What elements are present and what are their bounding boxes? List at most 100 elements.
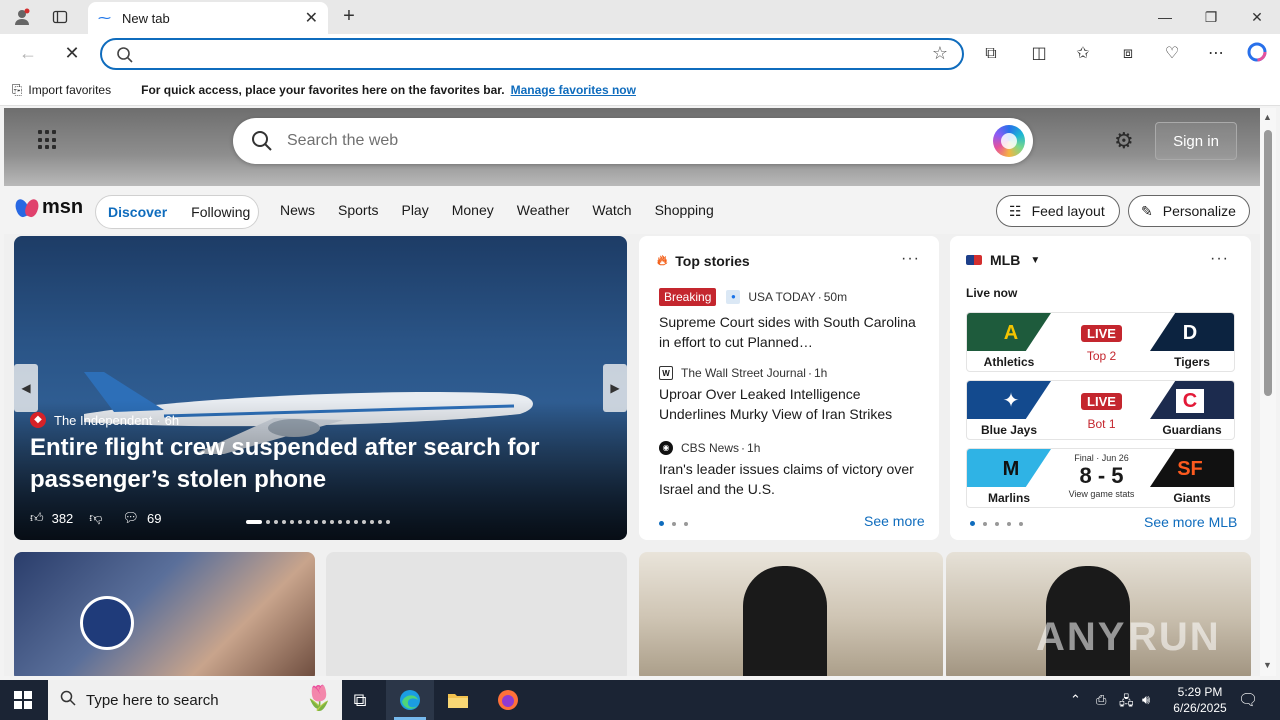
msn-butterfly-icon [13,196,41,219]
live-badge: LIVE [1081,393,1122,410]
loading-icon: ⁓ [98,10,111,25]
tab-following[interactable]: Following [191,204,250,220]
close-tab-icon[interactable]: ✕ [305,8,318,28]
favorite-star-icon[interactable]: ☆ [932,43,948,64]
scroll-down-icon[interactable]: ▼ [1263,660,1272,670]
svg-text:ANY: ANY [1036,615,1126,659]
see-more-link[interactable]: See more [864,513,925,529]
import-favorites-button[interactable]: ⎘ Import favorites [12,82,111,98]
story-age: 1h [747,441,761,455]
nav-sports[interactable]: Sports [338,202,378,218]
story-item[interactable]: W The Wall Street Journal · 1h Uproar Ov… [659,366,925,424]
windows-taskbar: Type here to search 🌷 ⧉ ⌃ ⎙ 🖧︎ 🔊︎ 5:29 P… [0,680,1280,720]
like-icon[interactable]: 👍︎ [30,510,44,526]
hero-actions: 👍︎ 382 👎︎ 💬︎ 69 [30,510,169,526]
system-clock[interactable]: 5:29 PM 6/26/2025 [1162,684,1238,716]
gear-icon[interactable]: ⚙ [1114,128,1134,154]
task-view-icon[interactable]: ⧉ [336,680,384,720]
story-item[interactable]: ◉ CBS News · 1h Iran's leader issues cla… [659,441,925,499]
close-window-button[interactable]: ✕ [1234,0,1280,34]
msn-page: Search the web ⚙ Sign in msn Discover Fo… [4,108,1260,676]
network-icon[interactable]: 🖧︎ [1119,692,1134,714]
search-icon [60,690,76,710]
flame-icon: 🔥︎ [657,252,668,268]
mlb-header[interactable]: MLB ▼ [966,252,1040,268]
minimize-button[interactable]: — [1142,0,1188,34]
volume-icon[interactable]: 🔊︎ [1142,692,1150,708]
hero-source: ◆ The Independent · 6h [30,412,179,428]
browser-essentials-icon[interactable]: ♡ [1158,42,1186,66]
favorites-icon[interactable]: ✩ [1069,42,1097,66]
more-options-icon[interactable]: ··· [1210,250,1229,268]
carousel-next-button[interactable]: ▶ [603,364,627,412]
tab-new-tab[interactable]: ⁓ New tab ✕ [88,2,328,34]
nav-weather[interactable]: Weather [517,202,570,218]
mlb-card: MLB ▼ ··· Live now A Athletics LIVE Top … [950,236,1251,540]
apps-launcher-icon[interactable] [38,130,58,150]
news-card-thumbnail[interactable] [639,552,943,676]
carousel-prev-button[interactable]: ◀ [14,364,38,412]
msn-header: Search the web ⚙ Sign in [4,108,1260,186]
settings-more-icon[interactable]: ⋯ [1202,42,1230,66]
feed-layout-button[interactable]: ☷ Feed layout [996,195,1120,227]
tab-actions-icon[interactable] [46,4,74,30]
extensions-icon[interactable]: ⧉ [977,42,1005,66]
game-row[interactable]: M Marlins Final · Jun 26 8 - 5 View game… [966,448,1235,508]
svg-text:RUN: RUN [1128,615,1221,659]
nav-play[interactable]: Play [401,202,428,218]
feed-toggle: Discover Following [95,195,259,229]
chevron-down-icon: ▼ [1030,254,1041,266]
stop-loading-button[interactable]: ✕ [58,42,86,66]
scroll-up-icon[interactable]: ▲ [1263,112,1272,122]
start-button[interactable] [14,691,32,709]
split-screen-icon[interactable]: ◫ [1025,42,1053,66]
tray-app-icon[interactable]: ⎙ [1096,692,1106,708]
edge-taskbar-icon[interactable] [386,680,434,720]
hero-carousel[interactable]: ◀ ▶ ◆ The Independent · 6h Entire flight… [14,236,627,540]
story-item[interactable]: Breaking ● USA TODAY · 50m Supreme Court… [659,288,925,352]
nav-money[interactable]: Money [452,202,494,218]
personalize-button[interactable]: ✎ Personalize [1128,195,1250,227]
tab-discover[interactable]: Discover [108,204,167,220]
scrollbar-thumb[interactable] [1264,130,1272,396]
profile-icon[interactable] [8,4,36,30]
more-options-icon[interactable]: ··· [901,250,920,268]
taskbar-search[interactable]: Type here to search 🌷 [48,680,342,720]
msn-logo[interactable]: msn [13,196,84,219]
msn-logo-text: msn [42,196,84,218]
view-game-stats-link[interactable]: View game stats [1051,489,1152,499]
breaking-badge: Breaking [659,288,717,306]
address-bar[interactable]: ☆ [100,38,964,70]
nav-news[interactable]: News [280,202,315,218]
copilot-icon[interactable] [993,125,1025,157]
restore-button[interactable]: ❐ [1188,0,1234,34]
firefox-icon[interactable] [484,680,532,720]
collections-icon[interactable]: ⧈ [1114,42,1142,66]
dislike-icon[interactable]: 👎︎ [89,510,102,526]
nav-shopping[interactable]: Shopping [655,202,714,218]
file-explorer-icon[interactable] [434,680,482,720]
manage-favorites-link[interactable]: Manage favorites now [511,83,636,97]
tray-overflow-icon[interactable]: ⌃ [1070,692,1081,708]
giants-logo-icon: SF [1177,458,1203,480]
copilot-icon[interactable] [1243,42,1271,66]
hero-headline[interactable]: Entire flight crew suspended after searc… [30,432,590,496]
tab-strip: ⁓ New tab ✕ + — ❐ ✕ [0,0,1280,34]
news-card-thumbnail[interactable] [14,552,315,676]
story-title: Uproar Over Leaked Intelligence Underlin… [659,386,893,422]
web-search-box[interactable]: Search the web [233,118,1033,164]
see-more-mlb-link[interactable]: See more MLB [1144,514,1237,530]
game-row[interactable]: A Athletics LIVE Top 2 D Tigers [966,312,1235,372]
story-title: Supreme Court sides with South Carolina … [659,314,916,350]
new-tab-button[interactable]: + [336,4,362,30]
sign-in-button[interactable]: Sign in [1155,122,1237,160]
comment-icon[interactable]: 💬︎ [123,510,140,526]
game-row[interactable]: ✦ Blue Jays LIVE Bot 1 C Guardians [966,380,1235,440]
nav-watch[interactable]: Watch [592,202,631,218]
back-button[interactable]: ← [14,42,42,66]
page-scrollbar[interactable]: ▲ ▼ [1260,108,1276,676]
notification-center-icon[interactable]: 🗨︎ [1238,690,1258,710]
top-stories-title: Top stories [675,252,750,269]
top-stories-card: 🔥︎ Top stories ··· Breaking ● USA TODAY … [639,236,939,540]
usa-today-icon: ● [726,290,741,304]
